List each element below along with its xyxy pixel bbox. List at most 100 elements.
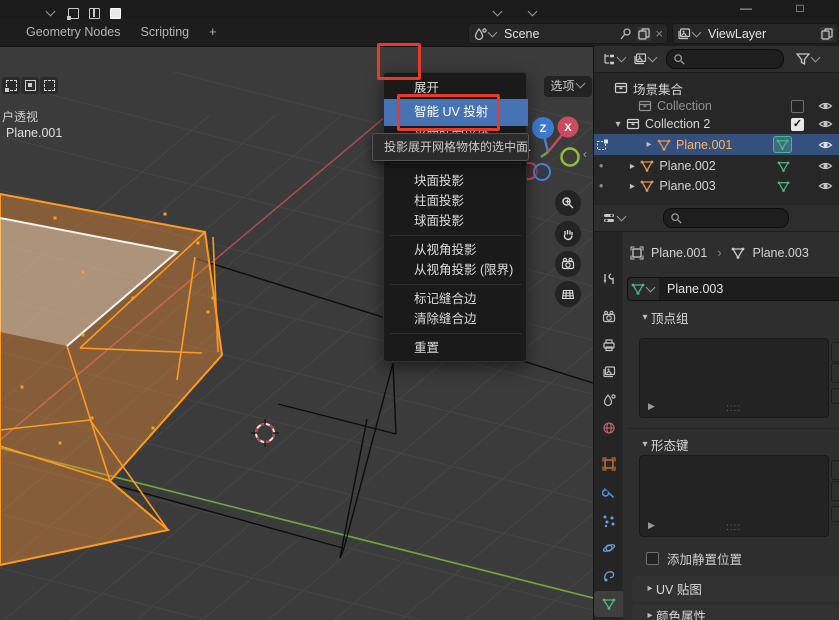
sidebar-toggle-arrow[interactable]: ‹ <box>583 147 587 161</box>
breadcrumb-object[interactable]: Plane.001 <box>651 246 707 260</box>
scene-name[interactable]: Scene <box>504 27 539 41</box>
gizmo-y[interactable] <box>562 149 579 166</box>
select-extend-button[interactable] <box>21 77 39 94</box>
resize-grip[interactable]: :::: <box>726 403 741 414</box>
breadcrumb-separator: › <box>717 246 721 260</box>
tab-modifiers[interactable] <box>594 480 623 506</box>
disclosure-open-icon[interactable]: ▾ <box>612 119 624 130</box>
menu-item-project-from-view[interactable]: 从视角投影 <box>384 240 528 260</box>
disclosure-open-icon: ▾ <box>639 439 651 450</box>
menu-item-project-from-view-bounds[interactable]: 从视角投影 (限界) <box>384 260 528 280</box>
new-scene-icon[interactable] <box>637 27 651 41</box>
mesh-data-icon-active[interactable] <box>773 136 792 153</box>
eye-icon[interactable] <box>818 99 833 113</box>
zoom-button[interactable] <box>555 190 581 216</box>
menu-item-cylinder-projection[interactable]: 柱面投影 <box>384 191 528 211</box>
properties-search-input[interactable] <box>663 208 789 228</box>
play-icon[interactable]: ▶ <box>648 401 655 412</box>
tab-physics[interactable] <box>594 535 623 561</box>
close-icon[interactable]: × <box>655 26 663 41</box>
disclosure-closed-icon[interactable]: ▸ <box>643 139 655 150</box>
new-viewlayer-icon[interactable] <box>820 27 834 41</box>
scene-selector[interactable]: Scene × <box>468 23 668 44</box>
outliner-search-input[interactable] <box>666 49 784 69</box>
perspective-toggle-button[interactable] <box>555 281 581 307</box>
remove-button-stub[interactable] <box>831 481 839 501</box>
mesh-name-value[interactable]: Plane.003 <box>667 282 723 296</box>
mesh-data-icon[interactable] <box>777 160 790 173</box>
tab-world[interactable] <box>594 415 623 441</box>
options-dropdown[interactable]: 选项 <box>544 76 592 97</box>
mesh-data-icon[interactable] <box>777 180 790 193</box>
select-set-button[interactable] <box>2 77 20 94</box>
shape-keys-list[interactable]: ▶ :::: <box>639 455 829 537</box>
viewlayer-name[interactable]: ViewLayer <box>708 27 766 41</box>
eye-icon[interactable] <box>818 159 833 173</box>
workspace-tab-scripting[interactable]: Scripting <box>130 18 199 46</box>
eye-icon[interactable] <box>818 179 833 193</box>
specials-button-stub[interactable] <box>831 506 839 522</box>
outliner-row-plane001[interactable]: ▸ Plane.001 <box>594 134 839 155</box>
add-workspace-button[interactable]: + <box>199 18 226 46</box>
mesh-data-icon <box>731 246 745 260</box>
outliner-row-plane003[interactable]: • ▸ Plane.003 <box>594 176 839 196</box>
collection-icon <box>626 117 640 131</box>
vertex-groups-list[interactable]: ▶ :::: <box>639 338 829 418</box>
panel-header-shape-keys[interactable]: ▾ 形态键 <box>639 433 689 455</box>
menu-item-unwrap[interactable]: 展开 <box>384 77 528 99</box>
menu-item-clear-seam[interactable]: 清除缝合边 <box>384 309 528 329</box>
menu-item-smart-uv-project[interactable]: 智能 UV 投射 <box>384 99 528 126</box>
collection-exclude-checkbox[interactable]: ✓ <box>791 118 804 131</box>
gizmo-neg-z[interactable] <box>534 164 550 180</box>
outliner-row-collection[interactable]: Collection <box>594 96 839 116</box>
editor-type-outliner-icon[interactable] <box>602 52 616 66</box>
outliner-row-plane002[interactable]: • ▸ Plane.002 <box>594 156 839 176</box>
camera-view-button[interactable] <box>555 251 581 277</box>
add-button-stub[interactable] <box>831 342 839 362</box>
tab-view-layer[interactable] <box>594 359 623 385</box>
tab-tool[interactable] <box>594 266 623 292</box>
tab-output[interactable] <box>594 332 623 358</box>
menu-item-reset[interactable]: 重置 <box>384 338 528 358</box>
resize-grip[interactable]: :::: <box>726 522 741 533</box>
filter-icon[interactable] <box>796 52 810 66</box>
panel-header-uv-maps[interactable]: ▸ UV 贴图 <box>632 576 839 601</box>
mesh-object-icon <box>640 179 654 193</box>
tab-object[interactable] <box>594 451 623 477</box>
eye-icon[interactable] <box>818 138 833 152</box>
outliner-row-collection2[interactable]: ▾ Collection 2 ✓ <box>594 114 839 134</box>
tab-render[interactable] <box>594 304 623 330</box>
workspace-tab-geometry-nodes[interactable]: Geometry Nodes <box>16 18 130 46</box>
add-rest-position-checkbox[interactable] <box>646 552 659 565</box>
play-icon[interactable]: ▶ <box>648 520 655 531</box>
panel-header-color-attributes[interactable]: ▸ 颜色属性 <box>632 605 839 620</box>
gizmo-z-label: Z <box>540 123 547 135</box>
collection-exclude-checkbox[interactable] <box>791 100 804 113</box>
eye-icon[interactable] <box>818 117 833 131</box>
pan-button[interactable] <box>555 221 581 247</box>
menu-item-mark-seam[interactable]: 标记缝合边 <box>384 289 528 309</box>
display-mode-icon[interactable] <box>633 52 647 66</box>
add-button-stub[interactable] <box>831 460 839 480</box>
viewlayer-selector[interactable]: ViewLayer <box>672 23 839 44</box>
breadcrumb-data[interactable]: Plane.003 <box>752 246 808 260</box>
minimize-button[interactable]: — <box>731 0 761 18</box>
editor-type-properties-icon[interactable] <box>602 211 616 225</box>
pin-icon[interactable] <box>619 27 633 41</box>
tab-particles[interactable] <box>594 508 623 534</box>
panel-header-vertex-groups[interactable]: ▾ 顶点组 <box>639 306 689 328</box>
tab-scene[interactable] <box>594 387 623 413</box>
disclosure-closed-icon[interactable]: ▸ <box>626 181 638 192</box>
search-icon <box>670 212 683 225</box>
outliner-row-scene-collection[interactable]: 场景集合 <box>594 78 839 98</box>
tab-constraints[interactable] <box>594 563 623 589</box>
disclosure-closed-icon[interactable]: ▸ <box>626 161 638 172</box>
menu-item-cube-projection[interactable]: 块面投影 <box>384 171 528 191</box>
maximize-button[interactable]: □ <box>785 0 815 18</box>
specials-button-stub[interactable] <box>831 388 839 404</box>
mesh-name-field[interactable]: Plane.003 <box>627 277 839 301</box>
menu-item-sphere-projection[interactable]: 球面投影 <box>384 211 528 231</box>
tab-object-data[interactable] <box>594 591 623 617</box>
select-subtract-button[interactable] <box>40 77 58 94</box>
remove-button-stub[interactable] <box>831 363 839 383</box>
